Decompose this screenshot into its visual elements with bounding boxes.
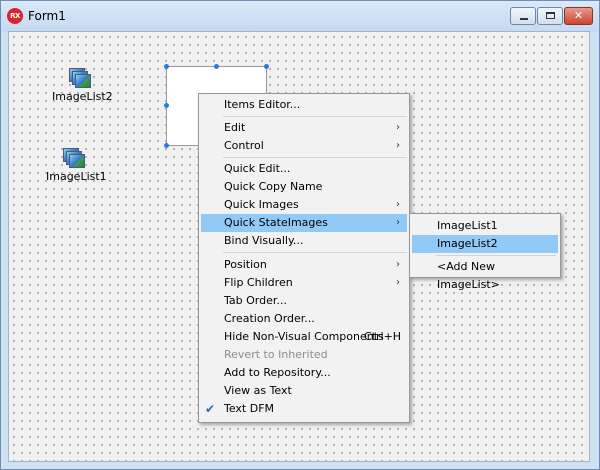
- selection-handle[interactable]: [164, 103, 169, 108]
- menu-separator: [223, 116, 407, 117]
- menu-item-label: Hide Non-Visual Components: [224, 330, 384, 343]
- menu-item-label: Revert to Inherited: [224, 348, 328, 361]
- component-label: ImageList2: [52, 90, 113, 103]
- minimize-button[interactable]: [510, 7, 536, 25]
- menu-item-label: Quick StateImages: [224, 216, 328, 229]
- menu-item-quick-stateimages[interactable]: Quick StateImages ›: [201, 214, 407, 232]
- menu-separator: [223, 157, 407, 158]
- menu-item-label: Bind Visually...: [224, 234, 304, 247]
- menu-item-add-to-repository[interactable]: Add to Repository...: [201, 364, 407, 382]
- submenu-item-add-new-imagelist[interactable]: <Add New ImageList>: [412, 258, 558, 291]
- app-icon[interactable]: RX: [7, 8, 23, 24]
- title-bar[interactable]: RX Form1 ✕: [1, 1, 599, 32]
- menu-item-creation-order[interactable]: Creation Order...: [201, 310, 407, 328]
- menu-item-label: Items Editor...: [224, 98, 301, 111]
- selection-handle[interactable]: [264, 64, 269, 69]
- menu-item-quick-images[interactable]: Quick Images ›: [201, 196, 407, 214]
- window-title: Form1: [28, 9, 66, 23]
- menu-item-label: ImageList2: [437, 237, 498, 250]
- component-label: ImageList1: [46, 170, 107, 183]
- menu-item-quick-copy-name[interactable]: Quick Copy Name: [201, 178, 407, 196]
- chevron-right-icon: ›: [396, 259, 400, 270]
- minimize-icon: [520, 18, 528, 20]
- chevron-right-icon: ›: [396, 217, 400, 228]
- menu-item-tab-order[interactable]: Tab Order...: [201, 292, 407, 310]
- menu-item-label: Position: [224, 258, 267, 271]
- imagelist-icon: [61, 148, 85, 168]
- menu-item-label: Edit: [224, 121, 246, 134]
- menu-item-label: Add to Repository...: [224, 366, 331, 379]
- chevron-right-icon: ›: [396, 199, 400, 210]
- selection-handle[interactable]: [164, 143, 169, 148]
- menu-item-label: <Add New ImageList>: [437, 260, 500, 291]
- menu-item-hide-non-visual[interactable]: Hide Non-Visual Components Ctrl+H: [201, 328, 407, 346]
- menu-item-label: Text DFM: [224, 402, 275, 415]
- chevron-right-icon: ›: [396, 277, 400, 288]
- submenu-item-imagelist1[interactable]: ImageList1: [412, 217, 558, 235]
- checkmark-icon: ✔: [205, 402, 216, 416]
- menu-item-label: View as Text: [224, 384, 292, 397]
- menu-item-label: Quick Images: [224, 198, 299, 211]
- maximize-button[interactable]: [537, 7, 563, 25]
- menu-item-flip-children[interactable]: Flip Children ›: [201, 274, 407, 292]
- menu-item-items-editor[interactable]: Items Editor...: [201, 96, 407, 114]
- chevron-right-icon: ›: [396, 122, 400, 133]
- menu-item-control[interactable]: Control ›: [201, 137, 407, 155]
- menu-item-shortcut: Ctrl+H: [364, 330, 402, 343]
- menu-item-label: Control: [224, 139, 264, 152]
- imagelist2-component[interactable]: ImageList2: [52, 68, 113, 103]
- menu-item-label: ImageList1: [437, 219, 498, 232]
- imagelist-icon: [67, 68, 91, 88]
- maximize-icon: [546, 12, 555, 19]
- menu-item-position[interactable]: Position ›: [201, 256, 407, 274]
- submenu-item-imagelist2[interactable]: ImageList2: [412, 235, 558, 253]
- menu-item-label: Tab Order...: [224, 294, 287, 307]
- close-button[interactable]: ✕: [564, 7, 593, 25]
- menu-item-text-dfm[interactable]: ✔ Text DFM: [201, 400, 407, 418]
- menu-item-label: Quick Edit...: [224, 162, 291, 175]
- context-menu: Items Editor... Edit › Control › Quick Edi…: [198, 93, 410, 423]
- imagelist1-component[interactable]: ImageList1: [46, 148, 107, 183]
- menu-item-label: Creation Order...: [224, 312, 315, 325]
- menu-item-revert-to-inherited: Revert to Inherited: [201, 346, 407, 364]
- menu-item-view-as-text[interactable]: View as Text: [201, 382, 407, 400]
- menu-separator: [223, 252, 407, 253]
- menu-item-quick-edit[interactable]: Quick Edit...: [201, 160, 407, 178]
- menu-item-label: Flip Children: [224, 276, 293, 289]
- menu-item-bind-visually[interactable]: Bind Visually...: [201, 232, 407, 250]
- menu-item-label: Quick Copy Name: [224, 180, 323, 193]
- menu-item-edit[interactable]: Edit ›: [201, 119, 407, 137]
- menu-separator: [436, 255, 556, 256]
- chevron-right-icon: ›: [396, 140, 400, 151]
- close-icon: ✕: [573, 9, 584, 22]
- selection-handle[interactable]: [214, 64, 219, 69]
- selection-handle[interactable]: [164, 64, 169, 69]
- quick-stateimages-submenu: ImageList1 ImageList2 <Add New ImageList…: [409, 213, 561, 291]
